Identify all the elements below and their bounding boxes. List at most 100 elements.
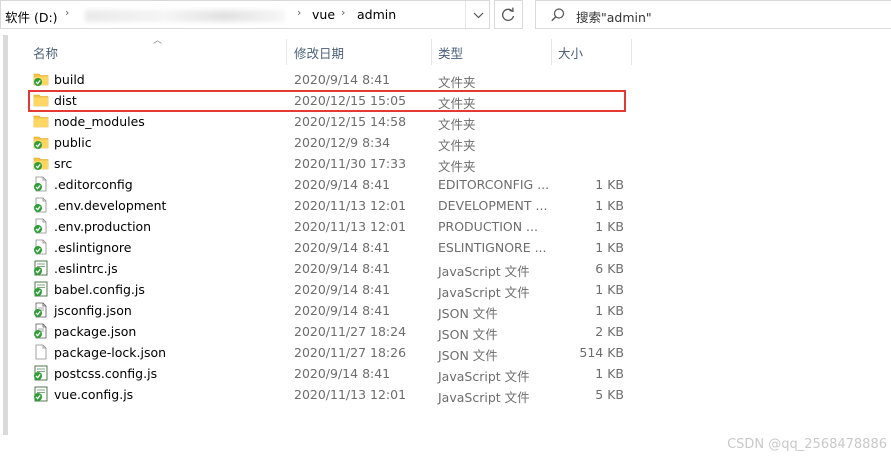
file-row[interactable]: build 2020/9/14 8:41 文件夹 [0, 69, 891, 90]
js-file-synced-icon [33, 386, 49, 402]
file-row[interactable]: vue.config.js 2020/11/13 12:01 JavaScript … [0, 384, 891, 405]
file-size: 1 KB [595, 198, 624, 213]
file-row[interactable]: babel.config.js 2020/9/14 8:41 JavaScript … [0, 279, 891, 300]
file-row[interactable]: node_modules 2020/12/15 14:58 文件夹 [0, 111, 891, 132]
file-type: 文件夹 [438, 117, 476, 132]
file-date: 2020/9/14 8:41 [294, 177, 391, 192]
breadcrumb-separator-icon[interactable]: › [297, 6, 301, 19]
file-name[interactable]: node_modules [54, 114, 145, 129]
file-name[interactable]: jsconfig.json [54, 303, 132, 318]
refresh-button[interactable] [494, 0, 523, 29]
redacted-breadcrumb [85, 10, 285, 22]
address-bar[interactable]: 软件 (D:) › › vue › admin [0, 0, 491, 30]
column-header-type[interactable]: 类型 [438, 43, 463, 62]
column-header-name[interactable]: 名称 [33, 43, 58, 62]
file-name[interactable]: .eslintignore [54, 240, 131, 255]
file-type: JavaScript 文件 [438, 390, 530, 405]
folder-synced-icon [33, 134, 49, 150]
file-name[interactable]: package.json [54, 324, 136, 339]
js-file-synced-icon [33, 365, 49, 381]
breadcrumb-drive[interactable]: 软件 (D:) [5, 7, 58, 26]
file-row[interactable]: dist 2020/12/15 15:05 文件夹 [0, 90, 891, 111]
search-input[interactable]: 搜索"admin" [576, 7, 652, 26]
file-date: 2020/9/14 8:41 [294, 303, 391, 318]
file-name[interactable]: src [54, 156, 72, 171]
search-icon [551, 8, 565, 22]
file-date: 2020/9/14 8:41 [294, 366, 391, 381]
file-name[interactable]: package-lock.json [54, 345, 166, 360]
file-size: 1 KB [595, 219, 624, 234]
js-file-synced-icon [33, 260, 49, 276]
breadcrumb-separator-icon[interactable]: › [65, 6, 69, 19]
file-row[interactable]: postcss.config.js 2020/9/14 8:41 JavaScrip… [0, 363, 891, 384]
column-header-size[interactable]: 大小 [558, 43, 583, 62]
file-date: 2020/9/14 8:41 [294, 261, 391, 276]
folder-synced-icon [33, 71, 49, 87]
file-type: 文件夹 [438, 96, 476, 111]
file-name[interactable]: public [54, 135, 92, 150]
file-type: JavaScript 文件 [438, 369, 530, 384]
address-history-button[interactable] [465, 1, 491, 30]
file-date: 2020/11/13 12:01 [294, 219, 407, 234]
file-row[interactable]: package.json 2020/11/27 18:24 JSON 文件 2 KB [0, 321, 891, 342]
file-name[interactable]: vue.config.js [54, 387, 133, 402]
file-type: ESLINTIGNORE ... [438, 240, 547, 255]
file-row[interactable]: src 2020/11/30 17:33 文件夹 [0, 153, 891, 174]
column-header-date[interactable]: 修改日期 [294, 43, 344, 62]
file-date: 2020/9/14 8:41 [294, 72, 391, 87]
file-date: 2020/12/9 8:34 [294, 135, 391, 150]
chevron-down-icon [473, 12, 484, 19]
file-row[interactable]: public 2020/12/9 8:34 文件夹 [0, 132, 891, 153]
file-name[interactable]: postcss.config.js [54, 366, 157, 381]
file-date: 2020/11/27 18:24 [294, 324, 407, 339]
file-row[interactable]: .env.development 2020/11/13 12:01 DEVELOPM… [0, 195, 891, 216]
file-name[interactable]: .env.production [54, 219, 151, 234]
file-type: EDITORCONFIG ... [438, 177, 550, 192]
file-list: build 2020/9/14 8:41 文件夹 dist 2020/12/15 15:… [0, 69, 891, 405]
file-row[interactable]: jsconfig.json 2020/9/14 8:41 JSON 文件 1 KB [0, 300, 891, 321]
file-date: 2020/11/30 17:33 [294, 156, 407, 171]
json-file-synced-icon [33, 302, 49, 318]
toolbar: 软件 (D:) › › vue › admin 搜索"admin" [0, 0, 891, 31]
file-size: 1 KB [595, 282, 624, 297]
file-type: 文件夹 [438, 75, 476, 90]
file-type: JSON 文件 [438, 327, 498, 342]
file-date: 2020/11/13 12:01 [294, 198, 407, 213]
file-size: 6 KB [595, 261, 624, 276]
file-row[interactable]: .editorconfig 2020/9/14 8:41 EDITORCONFIG … [0, 174, 891, 195]
file-row[interactable]: .env.production 2020/11/13 12:01 PRODUCTIO… [0, 216, 891, 237]
column-divider[interactable] [551, 39, 552, 65]
folder-synced-icon [33, 155, 49, 171]
file-name[interactable]: dist [54, 93, 77, 108]
file-row[interactable]: .eslintignore 2020/9/14 8:41 ESLINTIGNORE … [0, 237, 891, 258]
breadcrumb-admin[interactable]: admin [357, 7, 396, 22]
search-box[interactable]: 搜索"admin" [535, 0, 891, 29]
breadcrumb-vue[interactable]: vue [312, 7, 335, 22]
js-file-synced-icon [33, 281, 49, 297]
file-type: JavaScript 文件 [438, 264, 530, 279]
folder-icon [33, 113, 49, 129]
file-row[interactable]: .eslintrc.js 2020/9/14 8:41 JavaScript 文件 6… [0, 258, 891, 279]
file-date: 2020/11/13 12:01 [294, 387, 407, 402]
file-size: 1 KB [595, 177, 624, 192]
file-size: 1 KB [595, 303, 624, 318]
column-divider[interactable] [431, 39, 432, 65]
file-name[interactable]: .editorconfig [54, 177, 133, 192]
sort-ascending-icon: ︿ [153, 36, 163, 46]
column-divider[interactable] [631, 39, 632, 65]
file-date: 2020/12/15 14:58 [294, 114, 407, 129]
file-row[interactable]: package-lock.json 2020/11/27 18:26 JSON 文件… [0, 342, 891, 363]
file-name[interactable]: .eslintrc.js [54, 261, 118, 276]
column-divider[interactable] [286, 39, 287, 65]
file-synced-icon [33, 239, 49, 255]
file-name[interactable]: .env.development [54, 198, 166, 213]
file-name[interactable]: babel.config.js [54, 282, 145, 297]
file-size: 514 KB [579, 345, 624, 360]
file-synced-icon [33, 218, 49, 234]
json-file-synced-icon [33, 323, 49, 339]
file-size: 1 KB [595, 240, 624, 255]
file-date: 2020/11/27 18:26 [294, 345, 407, 360]
file-name[interactable]: build [54, 72, 85, 87]
breadcrumb-separator-icon[interactable]: › [341, 6, 345, 19]
file-synced-icon [33, 197, 49, 213]
